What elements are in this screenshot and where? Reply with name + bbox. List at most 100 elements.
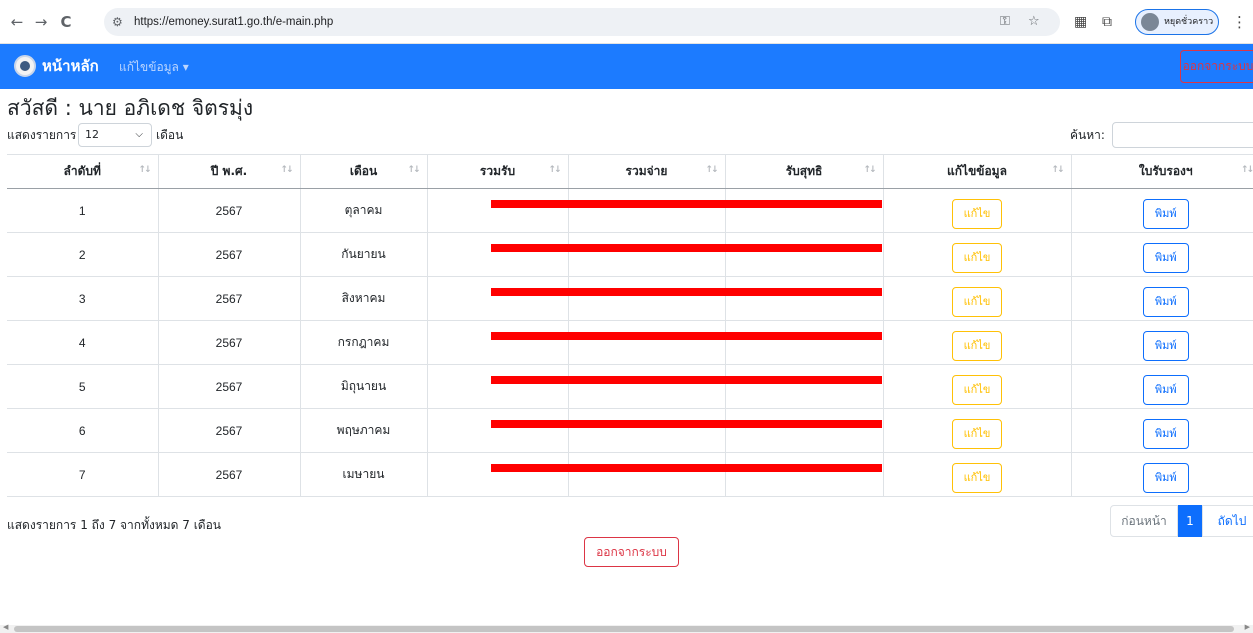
bookmark-star-icon[interactable]: ☆ [1028, 12, 1040, 32]
redaction-bar [491, 376, 882, 384]
edit-button[interactable]: แก้ไข [952, 198, 1002, 229]
col-header-year[interactable]: ปี พ.ศ. ↑↓ [157, 154, 300, 189]
scroll-right-icon[interactable]: ▶ [1245, 623, 1250, 631]
cell-print: พิมพ์ [1070, 320, 1253, 365]
cell-month: สิงหาคม [299, 276, 427, 321]
brand-home-link[interactable]: หน้าหลัก [42, 56, 99, 76]
back-icon[interactable]: ← [7, 12, 27, 32]
page-1-button[interactable]: 1 [1178, 505, 1202, 537]
cell-year: 2567 [157, 364, 300, 409]
app-navbar: หน้าหลัก แก้ไขข้อมูล ▾ ออกจากระบบ [0, 44, 1253, 89]
cell-net-income [724, 452, 883, 497]
edit-button[interactable]: แก้ไข [952, 418, 1002, 449]
cell-total-income [426, 364, 568, 409]
print-button[interactable]: พิมพ์ [1142, 374, 1189, 405]
col-header-total-expense[interactable]: รวมจ่าย ↑↓ [567, 154, 725, 189]
col-header-certificate[interactable]: ใบรับรองฯ ↑↓ [1070, 154, 1253, 189]
table-info-text: แสดงรายการ 1 ถึง 7 จากทั้งหมด 7 เดือน [7, 518, 222, 532]
cell-total-expense [567, 364, 725, 409]
apps-grid-icon[interactable]: ▦ [1074, 12, 1087, 32]
cell-edit: แก้ไข [882, 408, 1071, 453]
redaction-bar [491, 244, 882, 252]
cell-month: เมษายน [299, 452, 427, 497]
cell-no: 7 [7, 452, 158, 497]
cell-month: กรกฎาคม [299, 320, 427, 365]
cell-year: 2567 [157, 408, 300, 453]
cell-net-income [724, 276, 883, 321]
forward-icon[interactable]: → [31, 12, 51, 32]
cell-edit: แก้ไข [882, 188, 1071, 233]
next-page-button[interactable]: ถัดไป [1202, 505, 1253, 537]
cell-year: 2567 [157, 188, 300, 233]
cell-print: พิมพ์ [1070, 408, 1253, 453]
cell-edit: แก้ไข [882, 276, 1071, 321]
header-label: เดือน [349, 164, 378, 178]
table-row: 7 2567 เมษายน แก้ไข พิมพ์ [7, 452, 1253, 497]
cell-edit: แก้ไข [882, 320, 1071, 365]
cell-month: พฤษภาคม [299, 408, 427, 453]
horizontal-scrollbar[interactable]: ◀ ▶ [0, 623, 1253, 633]
table-header-row: ลำดับที่ ↑↓ ปี พ.ศ. ↑↓ เดือน ↑↓ รวมรับ ↑↓ รว… [7, 154, 1253, 189]
cell-no: 3 [7, 276, 158, 321]
cell-print: พิมพ์ [1070, 188, 1253, 233]
password-key-icon[interactable]: ⚿ [1000, 12, 1010, 32]
sort-icon: ↑↓ [1240, 165, 1253, 175]
show-entries-unit-label: เดือน [156, 128, 184, 142]
cell-edit: แก้ไข [882, 452, 1071, 497]
col-header-month[interactable]: เดือน ↑↓ [299, 154, 427, 189]
avatar [1141, 13, 1159, 31]
edit-button[interactable]: แก้ไข [952, 286, 1002, 317]
redaction-bar [491, 420, 882, 428]
cell-total-income [426, 320, 568, 365]
logout-button[interactable]: ออกจากระบบ [584, 537, 679, 567]
cell-year: 2567 [157, 452, 300, 497]
print-button[interactable]: พิมพ์ [1142, 286, 1189, 317]
cell-total-expense [567, 320, 725, 365]
col-header-edit[interactable]: แก้ไขข้อมูล ↑↓ [882, 154, 1071, 189]
cell-total-income [426, 276, 568, 321]
edit-button[interactable]: แก้ไข [952, 462, 1002, 493]
cell-year: 2567 [157, 320, 300, 365]
cell-month: มิถุนายน [299, 364, 427, 409]
redaction-bar [491, 332, 882, 340]
browser-menu-icon[interactable]: ⋮ [1232, 12, 1247, 32]
cell-total-income [426, 232, 568, 277]
header-label: ลำดับที่ [63, 164, 101, 178]
scroll-left-icon[interactable]: ◀ [3, 623, 8, 631]
scrollbar-thumb[interactable] [14, 626, 1234, 632]
edit-data-dropdown[interactable]: แก้ไขข้อมูล ▾ [119, 59, 189, 75]
print-button[interactable]: พิมพ์ [1142, 330, 1189, 361]
navbar-logout-button[interactable]: ออกจากระบบ [1180, 50, 1253, 83]
cell-print: พิมพ์ [1070, 364, 1253, 409]
edit-button[interactable]: แก้ไข [952, 330, 1002, 361]
edit-button[interactable]: แก้ไข [952, 242, 1002, 273]
col-header-net-income[interactable]: รับสุทธิ ↑↓ [724, 154, 883, 189]
cell-net-income [724, 188, 883, 233]
print-button[interactable]: พิมพ์ [1142, 242, 1189, 273]
table-row: 4 2567 กรกฎาคม แก้ไข พิมพ์ [7, 320, 1253, 365]
print-button[interactable]: พิมพ์ [1142, 418, 1189, 449]
entries-per-page-select[interactable]: 12 ⌵ [78, 123, 152, 147]
print-button[interactable]: พิมพ์ [1142, 462, 1189, 493]
address-bar[interactable]: ⚙ https://emoney.surat1.go.th/e-main.php… [104, 8, 1060, 36]
profile-name: หยุดชั่วคราว [1164, 17, 1214, 27]
cell-year: 2567 [157, 232, 300, 277]
site-info-icon[interactable]: ⚙ [112, 12, 123, 32]
cell-net-income [724, 364, 883, 409]
edit-button[interactable]: แก้ไข [952, 374, 1002, 405]
search-input[interactable] [1112, 122, 1253, 148]
table-row: 1 2567 ตุลาคม แก้ไข พิมพ์ [7, 188, 1253, 233]
cell-print: พิมพ์ [1070, 276, 1253, 321]
profile-button[interactable]: หยุดชั่วคราว [1135, 9, 1219, 35]
col-header-no[interactable]: ลำดับที่ ↑↓ [7, 154, 158, 189]
show-entries-label: แสดงรายการ [7, 128, 77, 142]
cell-no: 4 [7, 320, 158, 365]
extensions-icon[interactable]: ⧉ [1102, 12, 1112, 32]
reload-icon[interactable]: C [56, 12, 76, 32]
col-header-total-income[interactable]: รวมรับ ↑↓ [426, 154, 568, 189]
url-text[interactable]: https://emoney.surat1.go.th/e-main.php [134, 13, 333, 31]
cell-net-income [724, 232, 883, 277]
print-button[interactable]: พิมพ์ [1142, 198, 1189, 229]
sort-icon: ↑↓ [863, 165, 876, 175]
previous-page-button[interactable]: ก่อนหน้า [1110, 505, 1178, 537]
